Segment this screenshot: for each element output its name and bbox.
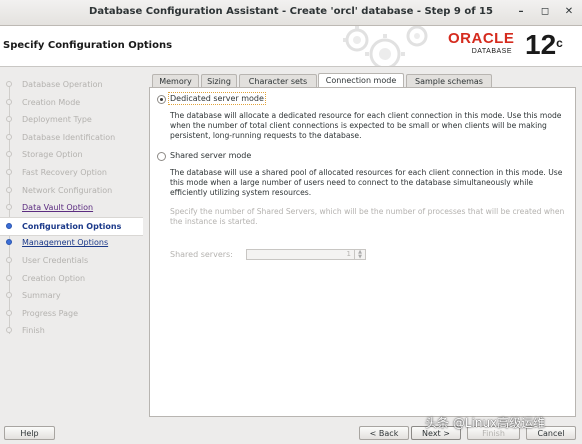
- step-dot-icon: [6, 116, 12, 123]
- step-label: Management Options: [22, 238, 109, 248]
- step-label: Configuration Options: [22, 221, 122, 231]
- version-logo: 12c: [525, 29, 563, 60]
- step-dot-icon: [6, 186, 12, 193]
- tab-sample-schemas[interactable]: Sample schemas: [406, 74, 492, 88]
- dedicated-server-label[interactable]: Dedicated server mode: [168, 92, 266, 105]
- step-label: Creation Mode: [22, 97, 81, 107]
- shared-servers-hint: Specify the number of Shared Servers, wh…: [170, 207, 565, 226]
- step-item: Creation Mode: [0, 94, 143, 111]
- connection-mode-panel: Dedicated server mode The database will …: [149, 87, 576, 417]
- step-label: Deployment Type: [22, 115, 92, 125]
- window-titlebar: Database Configuration Assistant - Creat…: [0, 0, 582, 26]
- shared-server-description: The database will use a shared pool of a…: [170, 168, 563, 197]
- step-label: Progress Page: [22, 308, 79, 318]
- step-label: Fast Recovery Option: [22, 168, 107, 177]
- minimize-icon[interactable]: –: [513, 4, 529, 20]
- step-dot-icon: [6, 222, 12, 229]
- step-item[interactable]: Configuration Options: [0, 216, 143, 236]
- step-label: Network Configuration: [22, 185, 113, 195]
- step-dot-icon: [6, 204, 12, 211]
- step-label: Database Identification: [22, 132, 116, 142]
- window-title: Database Configuration Assistant - Creat…: [89, 6, 493, 17]
- dedicated-server-radio[interactable]: [157, 95, 166, 104]
- step-item: User Credentials: [0, 252, 143, 269]
- step-dot-icon: [6, 169, 12, 175]
- help-button[interactable]: Help: [4, 426, 55, 440]
- oracle-logo: ORACLE DATABASE: [448, 30, 515, 55]
- step-dot-icon: [6, 327, 12, 334]
- watermark: 头条 @Linux高级运维: [425, 416, 546, 430]
- step-label: Summary: [22, 291, 61, 301]
- step-dot-icon: [6, 257, 12, 263]
- page-title: Specify Configuration Options: [3, 40, 173, 51]
- close-icon[interactable]: ✕: [561, 4, 577, 20]
- step-item: Fast Recovery Option: [0, 164, 143, 181]
- tab-memory[interactable]: Memory: [152, 74, 199, 88]
- step-item: Summary: [0, 287, 143, 304]
- step-dot-icon: [6, 309, 12, 316]
- step-item: Database Operation: [0, 76, 143, 93]
- dedicated-server-description: The database will allocate a dedicated r…: [170, 111, 562, 140]
- step-label: Storage Option: [22, 150, 83, 160]
- step-label: Creation Option: [22, 273, 86, 283]
- step-label: Database Operation: [22, 80, 103, 89]
- tab-character-sets[interactable]: Character sets: [239, 74, 317, 88]
- step-item[interactable]: Data Vault Option: [0, 199, 143, 216]
- step-item: Network Configuration: [0, 182, 143, 199]
- shared-servers-value: 1: [346, 250, 351, 258]
- step-dot-icon: [6, 133, 12, 140]
- maximize-icon[interactable]: ◻: [537, 4, 553, 20]
- step-item: Database Identification: [0, 129, 143, 146]
- step-label: Data Vault Option: [22, 203, 94, 213]
- step-dot-icon: [6, 292, 12, 299]
- step-dot-icon: [6, 151, 12, 158]
- step-item: Storage Option: [0, 146, 143, 163]
- content-area: Memory Sizing Character sets Connection …: [149, 73, 577, 418]
- step-dot-icon: [6, 81, 12, 87]
- step-item: Creation Option: [0, 270, 143, 287]
- wizard-header: Specify Configuration Options ORACLE DAT…: [0, 26, 582, 67]
- step-dot-icon: [6, 274, 12, 281]
- step-dot-icon: [6, 239, 12, 246]
- shared-server-radio[interactable]: [157, 152, 166, 161]
- step-item: Progress Page: [0, 305, 143, 322]
- step-dot-icon: [6, 98, 12, 105]
- back-button[interactable]: < Back: [359, 426, 409, 440]
- step-item: Deployment Type: [0, 111, 143, 128]
- step-label: User Credentials: [22, 256, 89, 265]
- stepper-arrows-icon[interactable]: ▲ ▼: [354, 250, 365, 259]
- shared-servers-stepper[interactable]: 1 ▲ ▼: [246, 249, 366, 260]
- wizard-steps: Database Operation Creation Mode Deploymen…: [0, 68, 143, 418]
- gears-decoration-icon: [343, 26, 428, 66]
- tab-sizing[interactable]: Sizing: [201, 74, 237, 88]
- step-item: Finish: [0, 322, 143, 339]
- step-item[interactable]: Management Options: [0, 234, 143, 251]
- step-label: Finish: [22, 326, 45, 336]
- shared-servers-label: Shared servers:: [170, 250, 233, 259]
- shared-server-label[interactable]: Shared server mode: [170, 151, 251, 160]
